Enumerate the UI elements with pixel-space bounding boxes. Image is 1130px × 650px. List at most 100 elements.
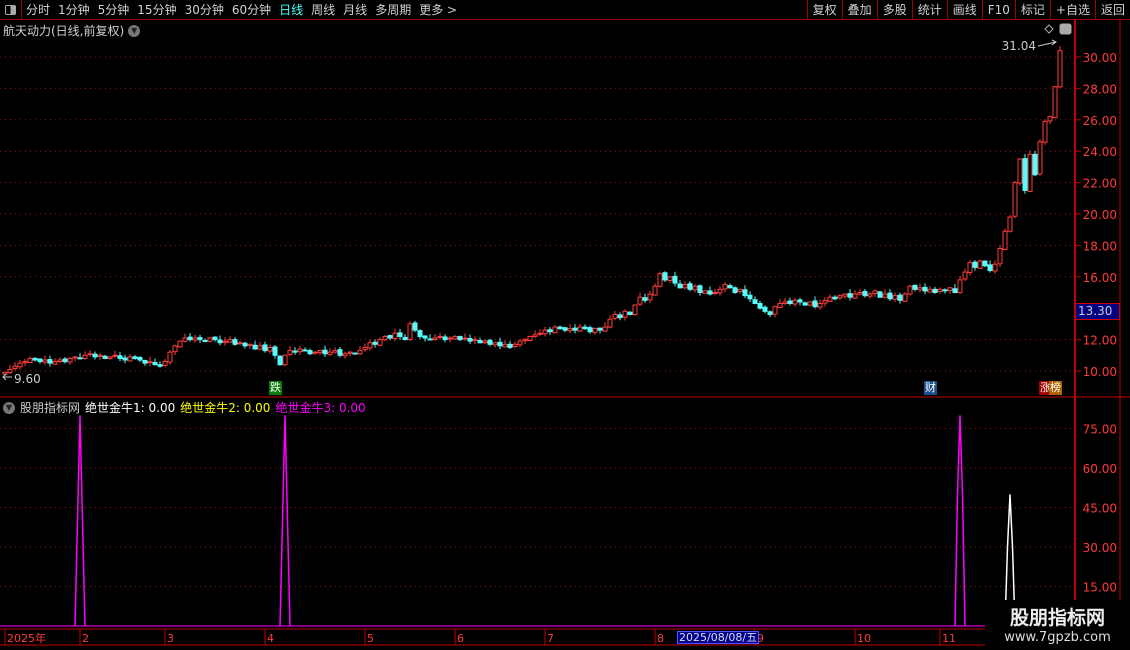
price-tick-label: 24.00 <box>1083 145 1117 159</box>
candle-body <box>437 335 443 338</box>
marker-badge[interactable]: 跌 <box>269 381 282 395</box>
candle-body <box>152 362 158 366</box>
candle-body <box>202 340 208 343</box>
candle <box>787 297 793 306</box>
candle <box>177 340 183 348</box>
candle-body <box>112 354 118 357</box>
candle <box>572 324 578 334</box>
candle-body <box>222 340 228 343</box>
watermark: 股朋指标网 www.7gpzb.com <box>985 600 1130 650</box>
candle <box>662 271 668 282</box>
candle <box>607 315 613 329</box>
candle <box>677 280 683 289</box>
candle-body <box>187 336 193 341</box>
candle <box>722 281 728 293</box>
candle <box>227 336 233 343</box>
candle-body <box>72 356 78 359</box>
candle <box>217 335 223 346</box>
candle <box>472 336 478 344</box>
candle <box>602 322 608 332</box>
candle-body <box>227 339 233 343</box>
candle-body <box>692 285 698 291</box>
candle-body <box>792 299 798 305</box>
price-tick-label: 18.00 <box>1083 239 1117 253</box>
candle-body <box>142 359 148 364</box>
candle-body <box>537 332 543 335</box>
time-label: 6 <box>457 632 464 645</box>
candle-body <box>272 346 278 356</box>
price-tick-label: 10.00 <box>1083 365 1117 379</box>
candle <box>527 335 533 342</box>
candle <box>77 353 83 360</box>
candle-body <box>547 329 553 333</box>
candle-body <box>527 335 533 342</box>
marker-badge[interactable]: 财 <box>924 381 937 395</box>
candle <box>67 357 73 365</box>
candle-body <box>277 355 283 366</box>
candle <box>17 359 23 370</box>
candle-body <box>1002 230 1008 250</box>
candle <box>232 336 238 346</box>
candle-body <box>632 304 638 315</box>
candle-body <box>917 287 923 291</box>
candle-body <box>452 335 458 340</box>
candle <box>347 350 353 357</box>
watermark-url: www.7gpzb.com <box>1004 630 1111 645</box>
candle <box>592 327 598 335</box>
candle-body <box>962 271 968 280</box>
candle <box>712 288 718 296</box>
candle-body <box>327 351 333 356</box>
candle-body <box>562 327 568 331</box>
candle <box>52 358 58 365</box>
candle-body <box>177 340 183 348</box>
candle <box>507 341 513 349</box>
candle-body <box>352 352 358 355</box>
candle-body <box>772 306 778 315</box>
marker-badge[interactable]: 榜 <box>1049 381 1062 395</box>
candle <box>762 305 768 314</box>
candle-body <box>27 357 33 364</box>
candle <box>167 350 173 365</box>
candle <box>947 287 953 294</box>
candle <box>277 354 283 366</box>
candlestick-chart[interactable]: 30.00 28.00 26.00 24.00 22.00 20.00 18.00 16.00… <box>0 0 1130 650</box>
candle <box>172 344 178 355</box>
candle <box>612 311 618 321</box>
candle <box>862 288 868 298</box>
candle <box>252 340 258 350</box>
chevron-down-icon[interactable]: ▼ <box>3 401 15 414</box>
candle-body <box>682 284 688 289</box>
candle-body <box>662 272 668 281</box>
candle-body <box>42 359 48 363</box>
candle <box>667 276 673 284</box>
candle-body <box>137 356 143 361</box>
candle-body <box>942 289 948 292</box>
candle <box>372 339 378 348</box>
candle <box>687 281 693 292</box>
candle-body <box>567 328 573 332</box>
candle-body <box>342 353 348 357</box>
candle <box>852 290 858 299</box>
candle-body <box>732 287 738 294</box>
candle-body <box>742 289 748 297</box>
candle <box>1047 115 1053 125</box>
candle-body <box>7 368 13 374</box>
candle-body <box>832 296 838 300</box>
candle-body <box>412 322 418 331</box>
candle <box>397 328 403 340</box>
price-tick-label: 16.00 <box>1083 271 1117 285</box>
indicator-name: 股朋指标网 <box>20 401 81 415</box>
candle-body <box>992 263 998 272</box>
candle-body <box>947 287 953 291</box>
candle-body <box>977 260 983 269</box>
candle-body <box>822 299 828 304</box>
candle <box>42 355 48 365</box>
candle <box>1017 158 1023 186</box>
candle <box>482 339 488 345</box>
candle <box>692 284 698 293</box>
candle-body <box>752 299 758 304</box>
candle <box>367 339 373 351</box>
candle <box>907 284 913 296</box>
candle <box>1032 151 1038 177</box>
candle <box>962 268 968 282</box>
